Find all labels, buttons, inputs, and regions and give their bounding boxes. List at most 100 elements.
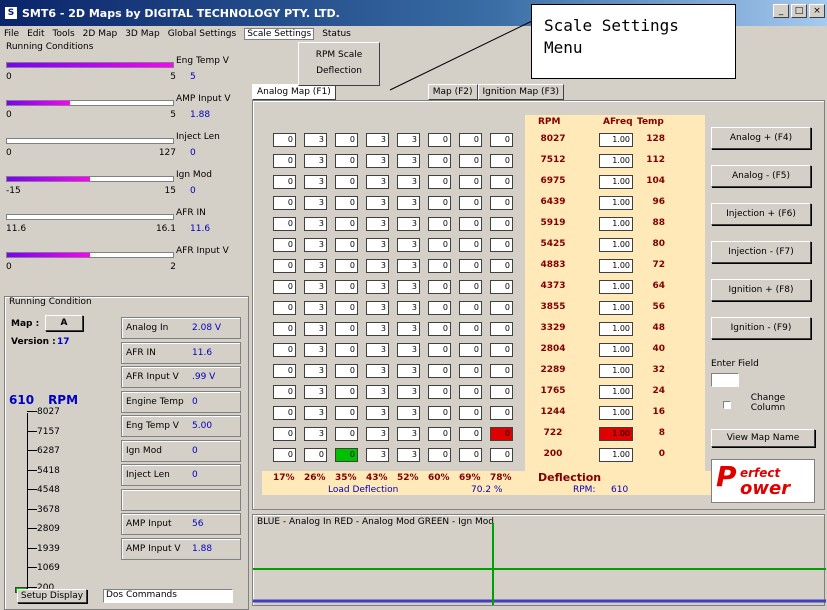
- map-cell[interactable]: 0: [273, 196, 296, 210]
- map-cell[interactable]: 0: [490, 280, 513, 294]
- map-cell[interactable]: 0: [335, 448, 358, 462]
- map-cell[interactable]: 3: [366, 175, 389, 189]
- map-cell[interactable]: 0: [428, 427, 451, 441]
- map-cell[interactable]: 0: [335, 196, 358, 210]
- view-map-name-button[interactable]: View Map Name: [711, 429, 815, 447]
- map-cell[interactable]: 0: [273, 448, 296, 462]
- side-button-1[interactable]: Analog - (F5): [711, 165, 811, 187]
- menu-global-settings[interactable]: Global Settings: [168, 29, 236, 39]
- map-cell[interactable]: 0: [273, 406, 296, 420]
- map-cell[interactable]: 0: [459, 406, 482, 420]
- map-cell[interactable]: 0: [273, 154, 296, 168]
- close-button[interactable]: ×: [809, 4, 825, 18]
- map-cell[interactable]: 0: [490, 448, 513, 462]
- map-cell[interactable]: 3: [304, 238, 327, 252]
- map-cell[interactable]: 0: [273, 343, 296, 357]
- menu-status[interactable]: Status: [322, 29, 351, 39]
- map-cell[interactable]: 0: [335, 238, 358, 252]
- setup-display-button[interactable]: Setup Display: [17, 589, 87, 603]
- map-cell[interactable]: 3: [397, 343, 420, 357]
- map-cell[interactable]: 3: [366, 448, 389, 462]
- map-cell[interactable]: 3: [397, 280, 420, 294]
- change-column-checkbox[interactable]: [723, 401, 731, 409]
- map-cell[interactable]: 0: [428, 196, 451, 210]
- map-cell[interactable]: 3: [397, 154, 420, 168]
- menu-scale-settings[interactable]: Scale Settings: [244, 28, 315, 40]
- minimize-button[interactable]: _: [773, 4, 789, 18]
- map-cell[interactable]: 3: [366, 238, 389, 252]
- map-cell[interactable]: 3: [366, 217, 389, 231]
- map-cell[interactable]: 3: [397, 364, 420, 378]
- map-cell[interactable]: 3: [366, 322, 389, 336]
- map-cell[interactable]: 0: [459, 301, 482, 315]
- map-cell[interactable]: 3: [304, 322, 327, 336]
- map-cell[interactable]: 0: [459, 364, 482, 378]
- map-cell[interactable]: 3: [304, 217, 327, 231]
- map-cell[interactable]: 0: [459, 427, 482, 441]
- map-cell[interactable]: 0: [273, 364, 296, 378]
- map-cell[interactable]: 0: [490, 175, 513, 189]
- map-cell[interactable]: 0: [428, 259, 451, 273]
- enter-field-input[interactable]: [711, 373, 739, 387]
- map-cell[interactable]: 3: [397, 175, 420, 189]
- afr-cell[interactable]: 1.00: [599, 448, 633, 462]
- map-cell[interactable]: 0: [335, 343, 358, 357]
- map-cell[interactable]: 0: [490, 259, 513, 273]
- map-cell[interactable]: 0: [428, 343, 451, 357]
- tab-analog-map[interactable]: Analog Map (F1): [252, 84, 336, 100]
- map-cell[interactable]: 0: [459, 280, 482, 294]
- map-cell[interactable]: 3: [366, 385, 389, 399]
- map-cell[interactable]: 0: [335, 406, 358, 420]
- map-cell[interactable]: 0: [335, 385, 358, 399]
- map-cell[interactable]: 3: [304, 427, 327, 441]
- map-cell[interactable]: 3: [366, 364, 389, 378]
- afr-cell[interactable]: 1.00: [599, 427, 633, 441]
- map-cell[interactable]: 0: [273, 259, 296, 273]
- map-cell[interactable]: 0: [335, 364, 358, 378]
- map-cell[interactable]: 0: [490, 154, 513, 168]
- map-cell[interactable]: 3: [304, 259, 327, 273]
- side-button-2[interactable]: Injection + (F6): [711, 203, 811, 225]
- menu-file[interactable]: File: [4, 29, 19, 39]
- rpm-scale-item[interactable]: RPM Scale: [303, 47, 375, 63]
- map-cell[interactable]: 0: [428, 448, 451, 462]
- afr-cell[interactable]: 1.00: [599, 196, 633, 210]
- map-cell[interactable]: 0: [459, 385, 482, 399]
- map-cell[interactable]: 3: [366, 427, 389, 441]
- menu-3d-map[interactable]: 3D Map: [125, 29, 160, 39]
- afr-cell[interactable]: 1.00: [599, 280, 633, 294]
- map-cell[interactable]: 0: [273, 280, 296, 294]
- map-cell[interactable]: 0: [428, 217, 451, 231]
- afr-cell[interactable]: 1.00: [599, 238, 633, 252]
- map-cell[interactable]: 3: [304, 133, 327, 147]
- map-cell[interactable]: 0: [335, 154, 358, 168]
- map-cell[interactable]: 0: [459, 259, 482, 273]
- map-cell[interactable]: 0: [273, 322, 296, 336]
- map-cell[interactable]: 0: [273, 238, 296, 252]
- menu-edit[interactable]: Edit: [27, 29, 44, 39]
- map-cell[interactable]: 3: [366, 133, 389, 147]
- afr-cell[interactable]: 1.00: [599, 217, 633, 231]
- map-cell[interactable]: 0: [490, 343, 513, 357]
- map-cell[interactable]: 0: [335, 217, 358, 231]
- map-cell[interactable]: 3: [304, 280, 327, 294]
- map-cell[interactable]: 3: [397, 448, 420, 462]
- map-cell[interactable]: 3: [304, 196, 327, 210]
- side-button-4[interactable]: Ignition + (F8): [711, 279, 811, 301]
- afr-cell[interactable]: 1.00: [599, 343, 633, 357]
- map-cell[interactable]: 3: [366, 406, 389, 420]
- map-cell[interactable]: 3: [304, 154, 327, 168]
- afr-cell[interactable]: 1.00: [599, 175, 633, 189]
- map-cell[interactable]: 3: [397, 427, 420, 441]
- map-cell[interactable]: 0: [490, 217, 513, 231]
- map-cell[interactable]: 0: [459, 217, 482, 231]
- map-cell[interactable]: 0: [490, 385, 513, 399]
- map-cell[interactable]: 0: [273, 385, 296, 399]
- map-cell[interactable]: 0: [428, 385, 451, 399]
- side-button-0[interactable]: Analog + (F4): [711, 127, 811, 149]
- map-cell[interactable]: 0: [335, 175, 358, 189]
- map-cell[interactable]: 3: [366, 154, 389, 168]
- map-cell[interactable]: 0: [459, 343, 482, 357]
- map-cell[interactable]: 3: [397, 133, 420, 147]
- maximize-button[interactable]: □: [791, 4, 807, 18]
